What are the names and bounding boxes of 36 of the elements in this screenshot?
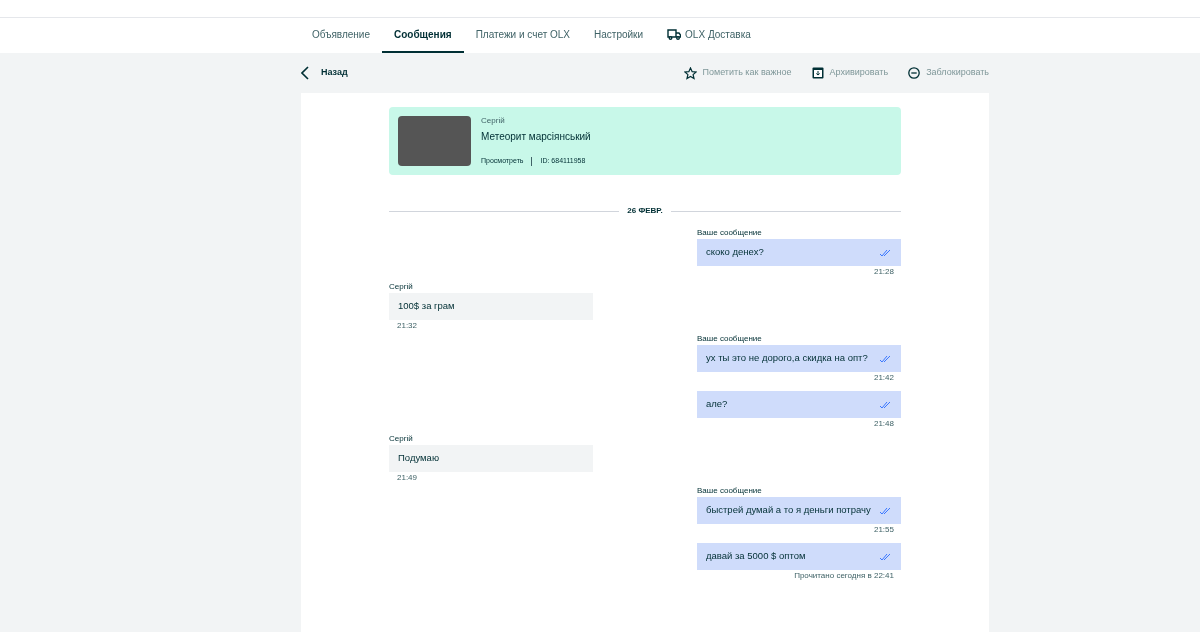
- tab[interactable]: Настройки: [582, 18, 656, 53]
- message-bubble: 100$ за грам: [389, 293, 593, 320]
- sender-label: Ваше сообщение: [697, 333, 763, 345]
- back-button[interactable]: Назад: [301, 66, 348, 80]
- message-time: 21:49: [396, 472, 419, 483]
- message-bubble: давай за 5000 $ оптом: [697, 543, 901, 570]
- message-bubble: быстрей думай а то я деньги потрачу: [697, 497, 901, 524]
- ad-title: Метеорит марсіянський: [481, 130, 591, 145]
- message-bubble: ух ты это не дорого,а скидка на опт?: [697, 345, 901, 372]
- sender-label: Сергій: [389, 281, 414, 293]
- archive-icon: [811, 67, 824, 79]
- seller-name: Сергій: [481, 115, 506, 128]
- date-divider: 26 ФЕВР.: [626, 205, 664, 217]
- double-check-icon: [879, 248, 892, 257]
- tab[interactable]: OLX Доставка: [655, 18, 763, 53]
- message-bubble: Подумаю: [389, 445, 593, 472]
- sender-label: Ваше сообщение: [697, 485, 763, 497]
- sender-label: Сергій: [389, 433, 414, 445]
- double-check-icon: [879, 552, 892, 561]
- message-time: 21:48: [873, 418, 895, 429]
- double-check-icon: [879, 354, 892, 363]
- message-time: 21:32: [396, 320, 419, 331]
- message-time: 21:55: [873, 524, 895, 535]
- message-time: Прочитано сегодня в 22:41: [794, 570, 895, 581]
- message-bubble: але?: [697, 391, 901, 418]
- message-time: 21:28: [873, 266, 895, 277]
- double-check-icon: [879, 506, 892, 515]
- star-icon: [683, 66, 697, 80]
- tab[interactable]: Объявление: [300, 18, 382, 53]
- block-icon: [908, 67, 921, 79]
- sender-label: Ваше сообщение: [697, 227, 763, 239]
- double-check-icon: [879, 400, 892, 409]
- tab[interactable]: Сообщения: [382, 18, 464, 53]
- message-bubble: скоко денех?: [697, 239, 901, 266]
- message-time: 21:42: [873, 372, 895, 383]
- tab[interactable]: Платежи и счет OLX: [463, 18, 583, 53]
